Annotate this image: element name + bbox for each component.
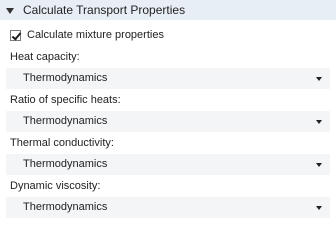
dropdown-arrow-icon[interactable] <box>316 206 322 210</box>
checkbox-row-mixture-properties[interactable]: Calculate mixture properties <box>0 24 336 46</box>
section-title: Calculate Transport Properties <box>23 3 186 17</box>
dropdown-ratio-specific-heats[interactable]: Thermodynamics <box>6 111 330 132</box>
dropdown-arrow-icon[interactable] <box>316 77 322 81</box>
checkbox-label-mixture-properties: Calculate mixture properties <box>27 29 164 41</box>
dropdown-value-heat-capacity: Thermodynamics <box>23 72 108 84</box>
label-dynamic-viscosity: Dynamic viscosity: <box>10 180 101 192</box>
dropdown-arrow-icon[interactable] <box>316 120 322 124</box>
caret-down-icon[interactable] <box>6 7 14 14</box>
dropdown-thermal-conductivity[interactable]: Thermodynamics <box>6 154 330 175</box>
dropdown-value-thermal-conductivity: Thermodynamics <box>23 158 108 170</box>
dropdown-dynamic-viscosity[interactable]: Thermodynamics <box>6 197 330 218</box>
label-thermal-conductivity: Thermal conductivity: <box>10 137 114 149</box>
label-heat-capacity: Heat capacity: <box>10 51 80 63</box>
dropdown-arrow-icon[interactable] <box>316 163 322 167</box>
dropdown-value-dynamic-viscosity: Thermodynamics <box>23 201 108 213</box>
dropdown-value-ratio-specific-heats: Thermodynamics <box>23 115 108 127</box>
checkbox-mixture-properties[interactable] <box>10 29 21 41</box>
section-header-calculate-transport[interactable]: Calculate Transport Properties <box>0 0 336 20</box>
label-ratio-specific-heats: Ratio of specific heats: <box>10 94 121 106</box>
dropdown-heat-capacity[interactable]: Thermodynamics <box>6 68 330 89</box>
